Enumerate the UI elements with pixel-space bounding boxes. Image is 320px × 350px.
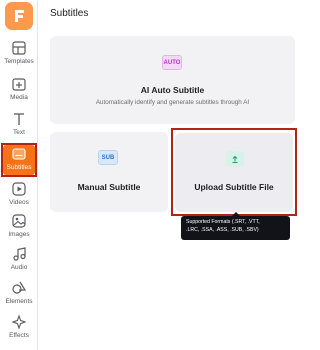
sidebar-item-media[interactable]: Media (0, 76, 38, 106)
ai-auto-subtitle-card[interactable] (50, 36, 295, 124)
subtitles-icon (12, 148, 26, 160)
page-title: Subtitles (50, 8, 89, 19)
sidebar-item-images[interactable]: Images (0, 213, 38, 243)
left-sidebar: Templates Media Text Subtitles Videos Im… (0, 0, 38, 350)
manual-subtitle-title: Manual Subtitle (77, 182, 141, 192)
media-icon (12, 78, 26, 91)
supported-formats-tooltip: Supported Formats (.SRT, .VTT, .LRC, .SS… (181, 216, 290, 240)
sidebar-item-label: Effects (9, 332, 29, 339)
sidebar-item-label: Elements (5, 298, 33, 305)
sidebar-item-label: Text (13, 129, 25, 136)
sub-badge-icon: SUB (98, 150, 118, 165)
highlight-frame-upload (171, 128, 297, 216)
sidebar-item-elements[interactable]: Elements (0, 280, 38, 310)
images-icon (12, 214, 26, 228)
sidebar-item-label: Audio (10, 264, 28, 271)
videos-icon (12, 182, 26, 196)
sidebar-item-videos[interactable]: Videos (0, 181, 38, 211)
app-logo[interactable] (5, 2, 33, 30)
sidebar-item-label: Templates (4, 58, 34, 65)
tooltip-line-2: .LRC, .SSA, .ASS, .SUB, .SBV) (186, 226, 259, 233)
sidebar-item-text[interactable]: Text (0, 111, 38, 141)
sidebar-item-label: Subtitles (6, 164, 32, 171)
logo-icon (15, 10, 24, 22)
effects-icon (11, 314, 27, 330)
subtitles-panel: Templates Media Text Subtitles Videos Im… (0, 0, 305, 350)
sidebar-item-label: Images (8, 231, 30, 238)
manual-subtitle-card[interactable] (50, 132, 168, 212)
sidebar-item-subtitles[interactable]: Subtitles (0, 146, 38, 176)
tooltip-line-1: Supported Formats (.SRT, .VTT, (186, 219, 260, 225)
sidebar-item-label: Media (10, 94, 28, 101)
sidebar-item-label: Videos (9, 199, 29, 206)
auto-badge-icon: AUTO (162, 55, 182, 70)
sidebar-item-templates[interactable]: Templates (0, 40, 38, 70)
sidebar-item-audio[interactable]: Audio (0, 246, 38, 276)
text-icon (14, 113, 24, 125)
elements-icon (12, 281, 27, 294)
ai-auto-subtitle-description: Automatically identify and generate subt… (95, 99, 250, 106)
audio-icon (13, 247, 26, 261)
templates-icon (12, 41, 26, 55)
ai-auto-subtitle-title: AI Auto Subtitle (140, 85, 205, 95)
sidebar-item-effects[interactable]: Effects (0, 314, 38, 344)
